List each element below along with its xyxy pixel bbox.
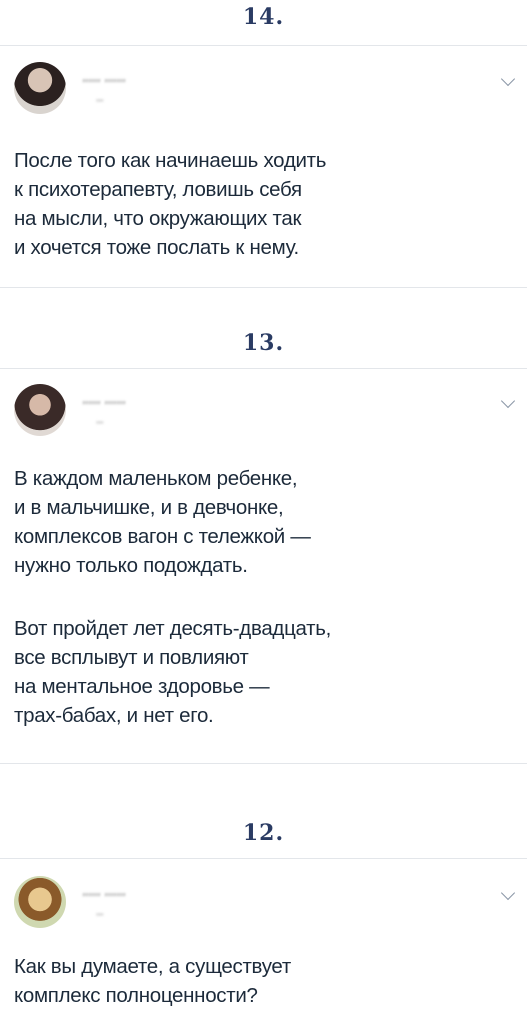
chevron-down-icon[interactable]: [500, 393, 516, 409]
divider: [0, 858, 527, 859]
author-handle: ’’’’: [96, 912, 104, 922]
divider: [0, 368, 527, 369]
divider: [0, 287, 527, 288]
tweet-card: ’’’’’’ ’’’’’’’ ’’’’ Как вы думаете, а су…: [0, 876, 527, 1030]
author-name[interactable]: ’’’’’’ ’’’’’’’: [82, 892, 126, 904]
avatar[interactable]: [14, 384, 66, 436]
author-name[interactable]: ’’’’’’ ’’’’’’’: [82, 400, 126, 412]
tweet-text: В каждом маленьком ребенке, и в мальчишк…: [14, 467, 311, 577]
post-number: 12.: [242, 820, 285, 846]
post-number: 13.: [242, 330, 285, 356]
author-handle: ’’’’: [96, 98, 104, 108]
tweet-text: Вот пройдет лет десять-двадцать, все всп…: [14, 617, 332, 727]
avatar[interactable]: [14, 876, 66, 928]
author-handle: ’’’’: [96, 420, 104, 430]
author-name[interactable]: ’’’’’’ ’’’’’’’: [82, 78, 126, 90]
tweet-text: Как вы думаете, а существует комплекс по…: [14, 955, 291, 1007]
chevron-down-icon[interactable]: [500, 885, 516, 901]
divider: [0, 763, 527, 764]
divider: [0, 45, 527, 46]
avatar[interactable]: [14, 62, 66, 114]
post-number: 14.: [242, 4, 285, 30]
chevron-down-icon[interactable]: [500, 71, 516, 87]
tweet-card: ’’’’’’ ’’’’’’’ ’’’’ В каждом маленьком р…: [0, 384, 527, 750]
tweet-card: ’’’’’’ ’’’’’’’ ’’’’ После того как начин…: [0, 62, 527, 282]
tweet-text: После того как начинаешь ходить к психот…: [14, 149, 327, 259]
